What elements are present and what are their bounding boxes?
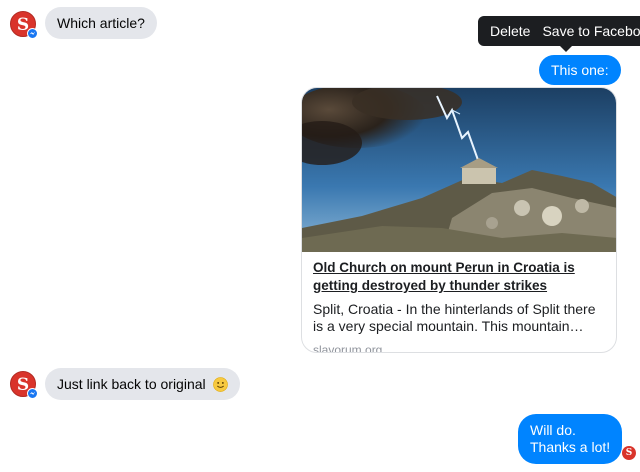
message-bubble-outgoing[interactable]: This one: xyxy=(539,55,621,85)
link-preview-domain: slavorum.org xyxy=(313,343,383,353)
link-preview-image[interactable] xyxy=(302,88,617,252)
message-actions-tooltip: Delete Save to Facebook xyxy=(478,16,640,52)
messenger-badge-icon xyxy=(27,28,38,39)
read-receipt-letter: S xyxy=(625,448,633,458)
message-text: Which article? xyxy=(57,15,145,31)
link-preview-description: Split, Croatia - In the hinterlands of S… xyxy=(313,301,596,334)
delete-button[interactable]: Delete xyxy=(478,23,530,39)
link-preview-title[interactable]: Old Church on mount Perun in Croatia is … xyxy=(313,259,605,295)
message-text: This one: xyxy=(551,62,609,78)
message-bubble-incoming[interactable]: Just link back to original xyxy=(45,368,240,400)
contact-avatar[interactable]: S xyxy=(10,11,38,39)
message-text: Just link back to original xyxy=(57,376,206,392)
contact-avatar[interactable]: S xyxy=(10,371,38,399)
message-text-line: Thanks a lot! xyxy=(530,439,611,455)
link-preview-card[interactable]: Old Church on mount Perun in Croatia is … xyxy=(301,87,617,353)
message-text-line: Will do. xyxy=(530,422,576,438)
message-bubble-outgoing[interactable]: Will do. Thanks a lot! xyxy=(518,414,623,464)
read-receipt-avatar: S xyxy=(622,446,636,460)
message-bubble-incoming[interactable]: Which article? xyxy=(45,7,157,39)
slightly-smiling-face-icon xyxy=(212,377,228,392)
tooltip-arrow xyxy=(560,46,572,52)
save-to-facebook-button[interactable]: Save to Facebook xyxy=(530,23,640,39)
messenger-badge-icon xyxy=(27,388,38,399)
